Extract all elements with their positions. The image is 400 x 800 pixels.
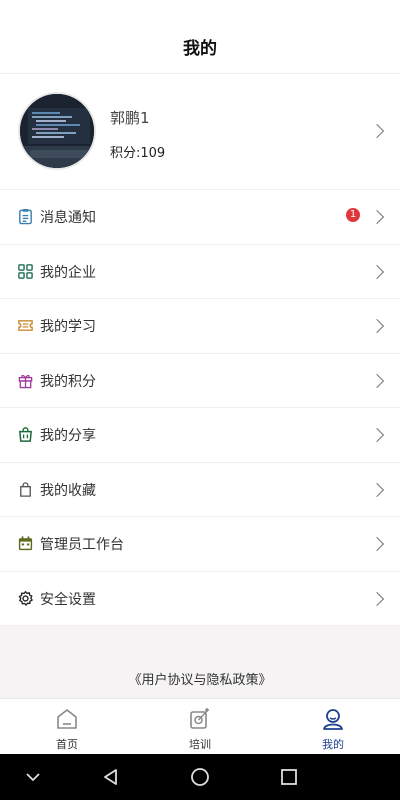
recents-square-icon[interactable] (278, 766, 300, 788)
tab-label: 培训 (189, 738, 211, 751)
avatar-image (20, 94, 94, 168)
menu-item-label: 我的积分 (40, 373, 96, 390)
menu-item-label: 管理员工作台 (40, 537, 124, 553)
menu-item-points[interactable]: 我的积分 (0, 354, 400, 408)
user-icon (323, 709, 343, 730)
ticket-icon (18, 320, 33, 331)
menu-item-label: 我的学习 (40, 319, 96, 335)
home-circle-icon[interactable] (189, 766, 211, 788)
home-icon (57, 709, 77, 729)
footer-area: 《用户协议与隐私政策》 (0, 626, 400, 698)
profile-card[interactable]: 郭鹏1 积分:109 (0, 74, 400, 190)
menu-item-label: 我的企业 (40, 264, 96, 281)
chevron-right-icon (369, 536, 385, 552)
menu-item-label: 我的分享 (40, 428, 96, 444)
page-title: 我的 (183, 39, 217, 59)
chevron-right-icon (369, 591, 385, 606)
tab-training[interactable]: 培训 (133, 699, 267, 755)
chevron-right-icon (369, 264, 385, 279)
tab-mine[interactable]: 我的 (266, 699, 400, 755)
menu-item-label: 消息通知 (40, 210, 96, 226)
chevron-right-icon (369, 318, 385, 334)
user-name: 郭鹏1 (110, 109, 150, 127)
avatar[interactable] (18, 92, 96, 170)
menu-item-security-settings[interactable]: 安全设置 (0, 572, 400, 626)
user-agreement-privacy-link[interactable]: 《用户协议与隐私政策》 (0, 669, 400, 688)
chevron-right-icon (369, 373, 385, 388)
app-header: 我的 (0, 0, 400, 74)
chevron-right-icon (369, 123, 385, 139)
unread-badge: 1 (346, 208, 360, 222)
chevron-right-icon (369, 482, 385, 497)
menu-item-notifications[interactable]: 消息通知 1 (0, 190, 400, 245)
menu-item-label: 我的收藏 (40, 482, 96, 499)
menu-list: 消息通知 1 我的企业 我的学习 我的积分 我的分享 我的收藏 管理员工作台 安… (0, 190, 400, 626)
tab-label: 首页 (56, 738, 78, 751)
clipboard-icon (19, 208, 32, 225)
user-points: 积分:109 (110, 146, 166, 161)
chevron-right-icon (369, 209, 385, 225)
bottom-tab-bar: 首页 培训 我的 (0, 698, 400, 754)
tab-label: 我的 (322, 738, 344, 751)
bookmark-bag-icon (20, 481, 31, 497)
calendar-icon (18, 536, 33, 551)
menu-item-enterprise[interactable]: 我的企业 (0, 245, 400, 299)
menu-item-label: 安全设置 (40, 591, 96, 608)
gear-icon (18, 590, 34, 606)
android-navigation-bar (0, 754, 400, 800)
gift-icon (18, 374, 33, 388)
chevron-right-icon (369, 427, 385, 443)
menu-item-learning[interactable]: 我的学习 (0, 299, 400, 354)
training-icon (190, 708, 209, 729)
chevron-down-icon[interactable] (22, 766, 44, 788)
menu-item-admin-workbench[interactable]: 管理员工作台 (0, 517, 400, 572)
grid-icon (18, 263, 33, 279)
tab-home[interactable]: 首页 (0, 699, 134, 755)
bag-icon (18, 427, 33, 442)
menu-item-share[interactable]: 我的分享 (0, 408, 400, 463)
menu-item-favorites[interactable]: 我的收藏 (0, 463, 400, 517)
back-triangle-icon[interactable] (100, 766, 122, 788)
